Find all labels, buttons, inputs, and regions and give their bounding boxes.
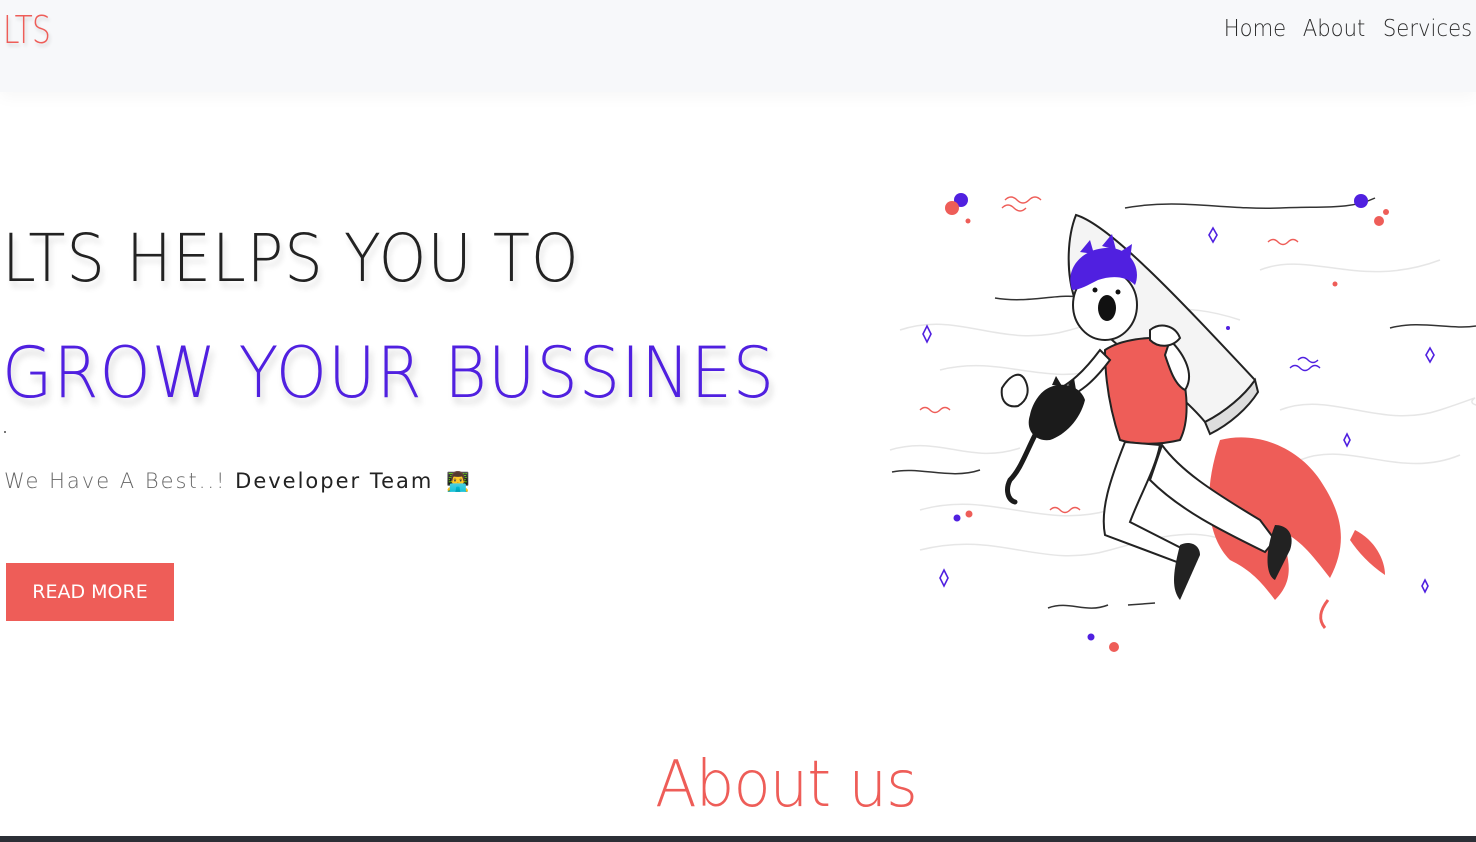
rocket-boy-illustration [889, 193, 1476, 652]
hero-tagline: We Have A Best..! Developer Team 👨‍💻 [4, 469, 472, 493]
hero-title-line-1: LTS HELPS YOU TO [2, 220, 580, 297]
about-heading: About us [655, 748, 918, 822]
logo[interactable]: LTS [3, 8, 51, 52]
navbar: LTS Home About Services [0, 0, 1476, 92]
developer-emoji-icon: 👨‍💻 [446, 471, 472, 493]
tagline-prefix: We Have A Best..! [4, 469, 227, 493]
about-section-bar [0, 836, 1476, 842]
decorative-dot [4, 431, 6, 433]
read-more-button[interactable]: READ MORE [6, 563, 174, 621]
nav-link-services[interactable]: Services [1383, 16, 1472, 42]
nav-link-home[interactable]: Home [1224, 16, 1286, 42]
nav-link-about[interactable]: About [1303, 16, 1366, 42]
hero-title-line-2: GROW YOUR BUSSINES [2, 332, 776, 414]
tagline-highlight: Developer Team [235, 469, 434, 493]
nav-links: Home About Services [1221, 16, 1476, 42]
